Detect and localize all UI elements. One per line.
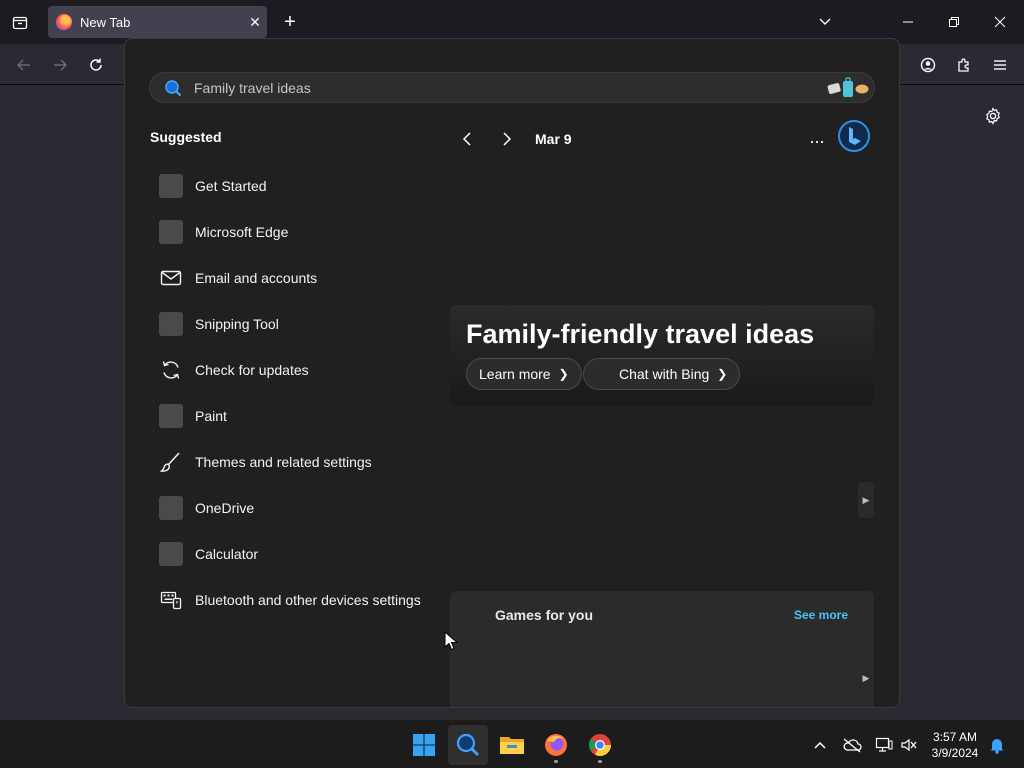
suggested-item-label: Calculator	[195, 546, 259, 562]
suggested-item-bluetooth[interactable]: Bluetooth and other devices settings	[158, 577, 458, 623]
suggested-item-calculator[interactable]: Calculator	[158, 531, 458, 577]
suggested-item-label: Paint	[195, 408, 227, 424]
app-tile-icon	[159, 312, 183, 336]
firefox-icon	[545, 734, 567, 756]
tab-new-tab[interactable]: New Tab ✕	[48, 6, 267, 38]
close-window-button[interactable]	[986, 8, 1014, 36]
app-tile-icon	[159, 174, 183, 198]
suggested-item-label: Snipping Tool	[195, 316, 279, 332]
search-icon	[456, 733, 480, 757]
suggested-item-onedrive[interactable]: OneDrive	[158, 485, 458, 531]
chrome-icon	[589, 734, 611, 757]
chevron-down-icon[interactable]	[811, 8, 839, 36]
app-tile-icon	[159, 220, 183, 244]
network-icon[interactable]	[873, 734, 895, 756]
extensions-icon[interactable]	[951, 52, 977, 78]
windows-search-flyout: Family travel ideas Suggested Get Starte…	[124, 38, 900, 708]
suggested-list: Get Started Microsoft Edge Email and acc…	[158, 163, 458, 623]
suggested-item-paint[interactable]: Paint	[158, 393, 458, 439]
devices-icon	[158, 587, 184, 613]
running-indicator	[554, 760, 558, 763]
suggested-item-label: Microsoft Edge	[195, 224, 289, 240]
refresh-icon	[158, 357, 184, 383]
minimize-button[interactable]	[894, 8, 922, 36]
suggested-item-label: Check for updates	[195, 362, 309, 378]
app-tile-icon	[159, 496, 183, 520]
notification-bell-icon[interactable]	[986, 734, 1008, 756]
running-indicator	[598, 760, 602, 763]
chrome-taskbar-button[interactable]	[580, 725, 620, 765]
mail-icon	[158, 265, 184, 291]
previous-day-icon[interactable]	[455, 127, 479, 151]
suggested-heading: Suggested	[150, 129, 222, 145]
restore-button[interactable]	[940, 8, 968, 36]
scroll-right-icon[interactable]: ▶	[858, 660, 874, 696]
suggested-item-label: OneDrive	[195, 500, 255, 516]
tab-title: New Tab	[80, 14, 131, 30]
back-icon[interactable]	[11, 52, 37, 78]
show-hidden-icons-icon[interactable]	[809, 734, 831, 756]
mouse-cursor-icon	[444, 631, 458, 651]
see-more-link[interactable]: See more	[794, 608, 848, 622]
scroll-right-icon[interactable]: ▶	[858, 482, 874, 518]
file-explorer-button[interactable]	[492, 725, 532, 765]
firefox-icon	[56, 14, 72, 30]
reload-icon[interactable]	[83, 52, 109, 78]
learn-more-button[interactable]: Learn more ❯	[466, 358, 582, 390]
chat-with-bing-label: Chat with Bing	[619, 366, 710, 382]
suggested-item-microsoft-edge[interactable]: Microsoft Edge	[158, 209, 458, 255]
games-card: Games for you See more	[450, 591, 874, 707]
windows-logo-icon	[413, 734, 435, 756]
highlights-date: Mar 9	[535, 131, 572, 147]
taskbar-clock[interactable]: 3:57 AM 3/9/2024	[918, 729, 992, 761]
chevron-right-icon: ❯	[717, 367, 728, 381]
suggested-item-themes[interactable]: Themes and related settings	[158, 439, 458, 485]
bing-logo-icon[interactable]	[837, 119, 871, 153]
next-day-icon[interactable]	[495, 127, 519, 151]
suggested-item-label: Email and accounts	[195, 270, 318, 286]
suggested-item-email-accounts[interactable]: Email and accounts	[158, 255, 458, 301]
menu-icon[interactable]	[987, 52, 1013, 78]
search-icon	[165, 79, 182, 96]
games-title: Games for you	[495, 607, 594, 623]
clock-time: 3:57 AM	[932, 730, 978, 744]
new-tab-button[interactable]: +	[278, 10, 302, 34]
more-options-icon[interactable]: ...	[805, 125, 829, 149]
chevron-right-icon: ❯	[558, 367, 569, 381]
suggested-item-get-started[interactable]: Get Started	[158, 163, 458, 209]
hero-title: Family-friendly travel ideas	[466, 319, 815, 349]
gear-icon[interactable]	[982, 105, 1004, 127]
windows-taskbar: 3:57 AM 3/9/2024	[0, 719, 1024, 768]
onedrive-offline-icon[interactable]	[841, 734, 863, 756]
brush-icon	[158, 449, 184, 475]
list-all-tabs-icon[interactable]	[8, 10, 32, 34]
search-highlights-header: Mar 9 ...	[455, 125, 875, 155]
taskbar-search-button[interactable]	[448, 725, 488, 765]
learn-more-label: Learn more	[479, 366, 551, 382]
folder-icon	[500, 737, 524, 754]
travel-illustration-icon	[827, 77, 869, 97]
suggested-item-snipping-tool[interactable]: Snipping Tool	[158, 301, 458, 347]
start-button[interactable]	[404, 725, 444, 765]
suggested-item-label: Themes and related settings	[195, 454, 372, 470]
account-icon[interactable]	[915, 52, 941, 78]
search-input[interactable]: Family travel ideas	[149, 72, 875, 103]
volume-muted-icon[interactable]	[898, 734, 920, 756]
highlight-hero-card[interactable]: Family-friendly travel ideas Learn more …	[450, 305, 874, 406]
forward-icon[interactable]	[47, 52, 73, 78]
app-tile-icon	[159, 542, 183, 566]
app-tile-icon	[159, 404, 183, 428]
firefox-taskbar-button[interactable]	[536, 725, 576, 765]
close-tab-icon[interactable]: ✕	[243, 10, 267, 34]
suggested-item-check-updates[interactable]: Check for updates	[158, 347, 458, 393]
chat-with-bing-button[interactable]: Chat with Bing ❯	[583, 358, 741, 390]
search-query: Family travel ideas	[194, 79, 311, 96]
clock-date: 3/9/2024	[931, 746, 979, 760]
suggested-item-label: Get Started	[195, 178, 267, 194]
suggested-item-label: Bluetooth and other devices settings	[195, 592, 421, 608]
